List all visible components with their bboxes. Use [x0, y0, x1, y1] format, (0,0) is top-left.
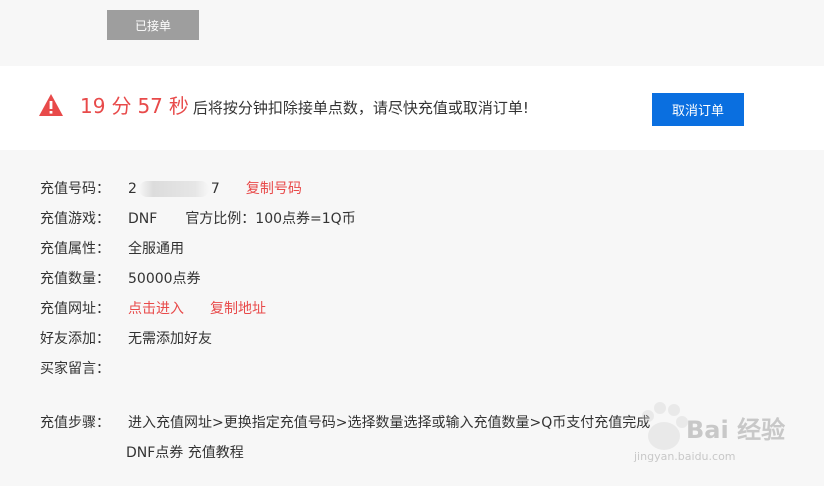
countdown-seconds: 57: [137, 94, 163, 118]
enter-url-link[interactable]: 点击进入: [128, 294, 184, 324]
attr-value: 全服通用: [128, 241, 184, 257]
game-value: DNF: [128, 211, 158, 227]
watermark-text: Bai 经验: [686, 416, 786, 444]
countdown-message: 后将按分钟扣除接单点数，请尽快充值或取消订单!: [192, 99, 529, 117]
info-row-number: 充值号码： 27 复制号码: [40, 174, 800, 204]
steps-value: 进入充值网址>更换指定充值号码>选择数量选择或输入充值数量>Q币支付充值完成: [128, 415, 651, 431]
game-label: 充值游戏：: [40, 211, 110, 227]
steps-label: 充值步骤：: [40, 415, 110, 431]
info-row-url: 充值网址： 点击进入 复制地址: [40, 294, 800, 324]
watermark-url: jingyan.baidu.com: [634, 450, 736, 463]
countdown-minute-unit: 分: [111, 94, 132, 118]
number-suffix: 7: [210, 181, 220, 197]
accepted-button[interactable]: 已接单: [107, 10, 199, 40]
qty-label: 充值数量：: [40, 271, 110, 287]
info-row-message: 买家留言：: [40, 354, 800, 384]
number-value: 27: [128, 174, 220, 204]
warning-triangle-icon: [39, 94, 63, 116]
info-row-game: 充值游戏： DNF 官方比例：100点券=1Q币: [40, 204, 800, 234]
number-blur-mask: [138, 181, 209, 197]
copy-url-link[interactable]: 复制地址: [210, 294, 266, 324]
qty-value: 50000点券: [128, 271, 201, 287]
friend-value: 无需添加好友: [128, 331, 212, 347]
info-row-qty: 充值数量： 50000点券: [40, 264, 800, 294]
friend-label: 好友添加：: [40, 331, 110, 347]
url-label: 充值网址：: [40, 301, 110, 317]
info-row-friend: 好友添加： 无需添加好友: [40, 324, 800, 354]
number-prefix: 2: [128, 181, 137, 197]
attr-label: 充值属性：: [40, 241, 110, 257]
number-label: 充值号码：: [40, 181, 110, 197]
ratio-text: 官方比例：100点券=1Q币: [185, 211, 356, 227]
cancel-order-button[interactable]: 取消订单: [652, 93, 744, 126]
countdown-text: 19 分 57 秒 后将按分钟扣除接单点数，请尽快充值或取消订单!: [80, 90, 529, 124]
message-label: 买家留言：: [40, 361, 110, 377]
countdown-second-unit: 秒: [168, 94, 189, 118]
info-row-attr: 充值属性： 全服通用: [40, 234, 800, 264]
countdown-warning-bar: 19 分 57 秒 后将按分钟扣除接单点数，请尽快充值或取消订单! 取消订单: [0, 66, 824, 150]
copy-number-link[interactable]: 复制号码: [246, 174, 302, 204]
countdown-minutes: 19: [80, 94, 106, 118]
